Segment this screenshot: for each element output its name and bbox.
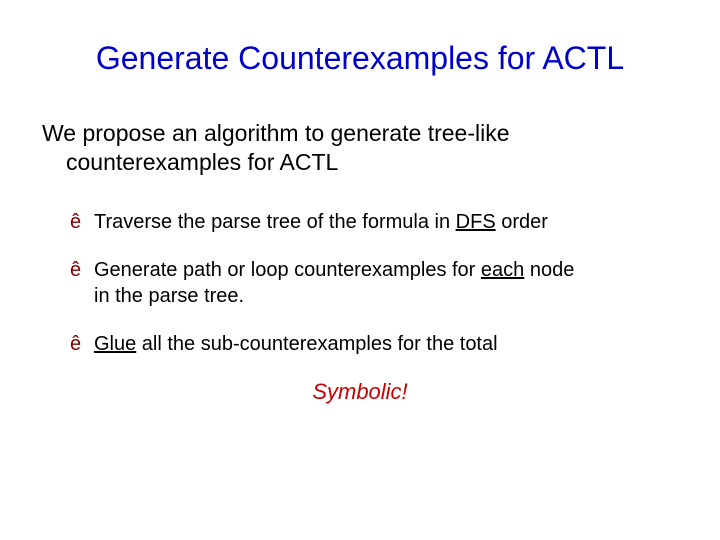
bullet-text-post: order (496, 211, 548, 233)
intro-line-1: We propose an algorithm to generate tree… (42, 120, 510, 146)
arrow-down-right-icon: ê (70, 257, 81, 283)
bullet-list: ê Traverse the parse tree of the formula… (40, 209, 680, 357)
bullet-text-underline: DFS (456, 211, 496, 233)
intro-line-2: counterexamples for ACTL (42, 148, 680, 177)
bullet-text-underline: Glue (94, 333, 136, 355)
bullet-text-pre: Traverse the parse tree of the formula i… (94, 211, 456, 233)
bullet-text-post: all the sub-counterexamples for the tota… (136, 333, 497, 355)
slide-title: Generate Counterexamples for ACTL (40, 40, 680, 77)
bullet-text-post: node (524, 259, 574, 281)
bullet-text-cont: in the parse tree. (94, 283, 680, 309)
callout-text: Symbolic! (40, 379, 680, 405)
bullet-item: ê Generate path or loop counterexamples … (70, 257, 680, 309)
bullet-item: ê Glue all the sub-counterexamples for t… (70, 331, 680, 357)
intro-text: We propose an algorithm to generate tree… (40, 119, 680, 177)
slide: Generate Counterexamples for ACTL We pro… (0, 0, 720, 540)
bullet-text-underline: each (481, 259, 524, 281)
arrow-down-right-icon: ê (70, 331, 81, 357)
bullet-text-pre: Generate path or loop counterexamples fo… (94, 259, 481, 281)
bullet-item: ê Traverse the parse tree of the formula… (70, 209, 680, 235)
arrow-down-right-icon: ê (70, 209, 81, 235)
